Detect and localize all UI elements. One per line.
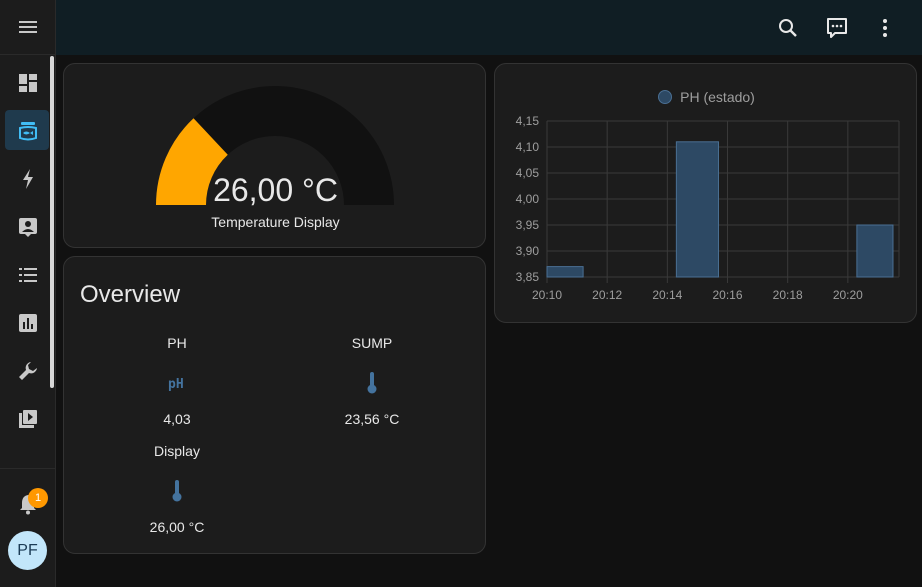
- wrench-icon: [19, 362, 37, 380]
- entity-value: 4,03: [163, 411, 191, 427]
- chart-bar: [546, 266, 584, 278]
- search-button[interactable]: [772, 12, 804, 44]
- y-tick-label: 4,00: [516, 192, 540, 206]
- sidebar-item-history[interactable]: [0, 299, 56, 347]
- entity-sump[interactable]: SUMP 23,56 °C: [282, 335, 462, 427]
- entity-name: SUMP: [351, 335, 393, 351]
- gauge-name: Temperature Display: [211, 214, 340, 230]
- ph-icon: pH: [168, 377, 184, 392]
- account-box-icon: [19, 218, 37, 237]
- more-options-button[interactable]: [869, 12, 901, 44]
- assist-icon: [827, 18, 847, 38]
- sidebar-divider: [0, 468, 56, 469]
- x-tick-label: 20:10: [532, 288, 562, 302]
- assist-button[interactable]: [821, 12, 853, 44]
- avatar[interactable]: PF: [8, 531, 47, 570]
- ph-bar-chart: 3,85 3,90 3,95 4,00 4,05 4,10 4,15 20:10 20:12 20…: [516, 114, 900, 302]
- entity-ph[interactable]: PH pH 4,03: [87, 335, 267, 427]
- y-tick-label: 3,95: [516, 218, 540, 232]
- thermometer-icon: [367, 372, 377, 394]
- entity-display[interactable]: Display 26,00 °C: [87, 443, 267, 535]
- y-tick-label: 4,10: [516, 140, 540, 154]
- sidebar-item-media[interactable]: [0, 395, 56, 443]
- lightning-icon: [23, 169, 33, 189]
- x-tick-label: 20:16: [712, 288, 742, 302]
- card-title: Overview: [80, 281, 181, 308]
- sidebar-item-logbook[interactable]: [0, 203, 56, 251]
- dashboard-icon: [19, 74, 37, 92]
- sidebar-item-energy[interactable]: [0, 155, 56, 203]
- thermometer-icon: [172, 480, 182, 502]
- entity-name: PH: [167, 335, 187, 351]
- more-vert-icon: [883, 19, 887, 37]
- menu-icon: [19, 21, 37, 33]
- sidebar-item-todo[interactable]: [0, 251, 56, 299]
- x-tick-label: 20:14: [652, 288, 682, 302]
- y-tick-label: 4,05: [516, 166, 540, 180]
- history-graph-card[interactable]: PH (estado) 3,85 3,90 3,95 4,00 4,05 4,10 4,15…: [494, 63, 917, 323]
- sidebar: 1 PF: [0, 0, 56, 587]
- chart-box-icon: [19, 314, 37, 332]
- entity-value: 26,00 °C: [149, 519, 205, 535]
- list-icon: [19, 268, 37, 282]
- svg-text:pH: pH: [168, 377, 184, 392]
- x-tick-label: 20:18: [773, 288, 803, 302]
- gauge-value: 26,00 °C: [213, 172, 338, 208]
- gauge-card[interactable]: 26,00 °C Temperature Display: [63, 63, 486, 248]
- overview-card: Overview PH pH 4,03 SUMP 23,56 °C Displa…: [63, 256, 486, 554]
- sidebar-item-aquarium[interactable]: [0, 107, 56, 155]
- fishbowl-icon: [19, 122, 37, 141]
- entity-name: Display: [154, 443, 200, 459]
- notification-badge: 1: [28, 488, 48, 508]
- sidebar-item-developer-tools[interactable]: [0, 347, 56, 395]
- chart-bar: [856, 224, 894, 278]
- entity-value: 23,56 °C: [344, 411, 400, 427]
- x-tick-label: 20:20: [833, 288, 863, 302]
- top-bar: [56, 0, 922, 55]
- sidebar-item-overview[interactable]: [0, 59, 56, 107]
- y-tick-label: 3,85: [516, 270, 540, 284]
- search-icon: [779, 19, 797, 37]
- menu-button[interactable]: [0, 0, 56, 55]
- sidebar-nav: [0, 59, 56, 443]
- y-tick-label: 3,90: [516, 244, 540, 258]
- chart-bar: [675, 141, 719, 278]
- y-tick-label: 4,15: [516, 114, 540, 128]
- play-box-icon: [19, 410, 37, 428]
- x-tick-label: 20:12: [592, 288, 622, 302]
